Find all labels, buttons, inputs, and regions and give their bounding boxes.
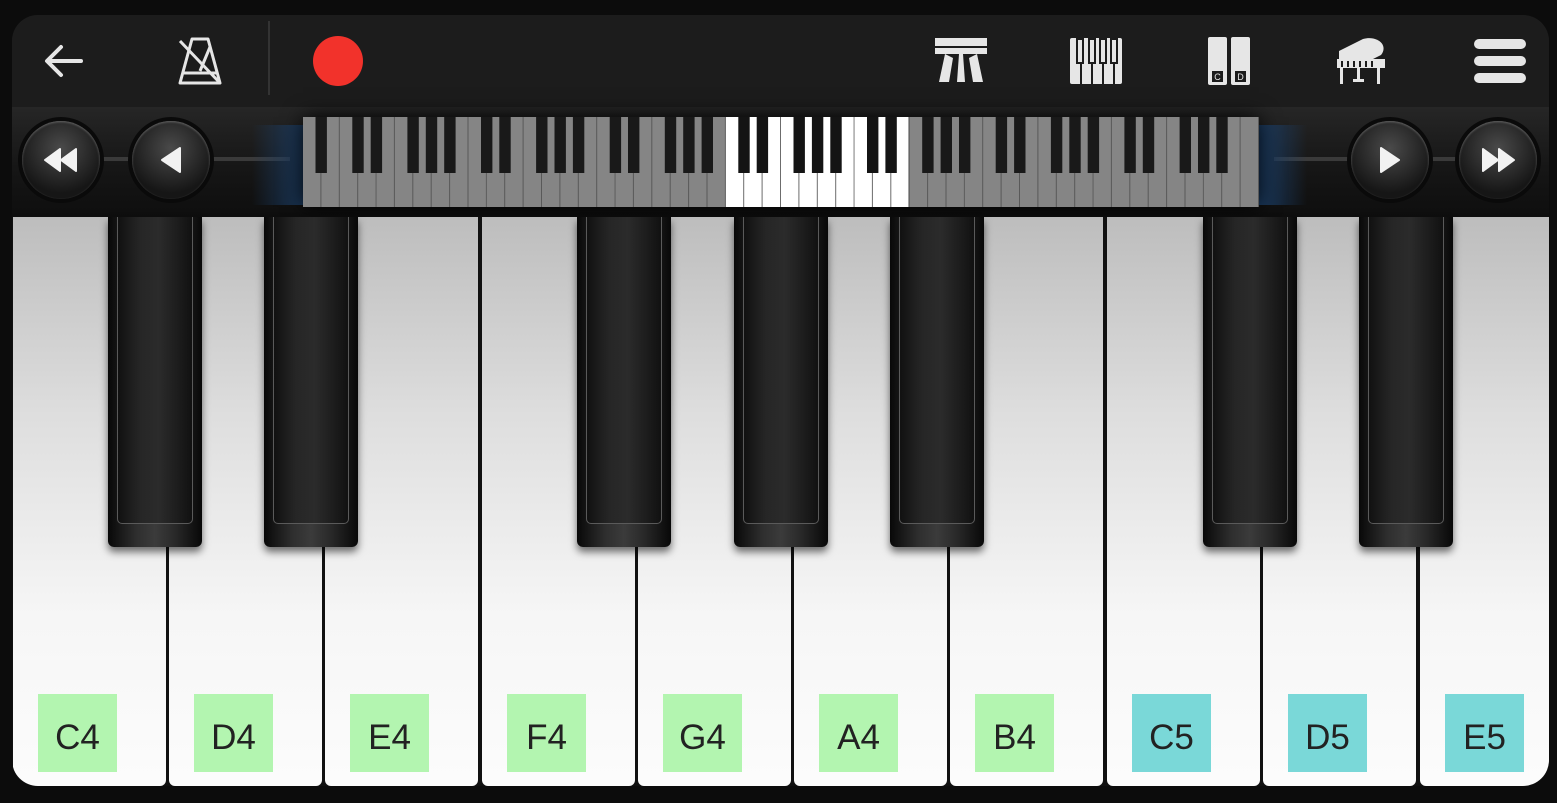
arrow-left-icon xyxy=(45,45,83,77)
key-label: D4 xyxy=(194,694,273,772)
keyboard-icon xyxy=(1070,38,1122,84)
metronome-button[interactable] xyxy=(172,31,228,91)
record-button[interactable] xyxy=(310,31,366,91)
menu-icon xyxy=(1474,39,1526,83)
fast-rewind-button[interactable] xyxy=(22,121,100,199)
next-icon xyxy=(1380,147,1400,173)
key-label: C5 xyxy=(1132,694,1211,772)
key-labels-icon-letter-c: C xyxy=(1214,72,1221,82)
grand-piano-icon xyxy=(1337,38,1385,84)
rail-left xyxy=(102,157,134,161)
keyboard-navigator-bar xyxy=(12,107,1549,217)
menu-button[interactable] xyxy=(1470,31,1530,91)
key-label: B4 xyxy=(975,694,1054,772)
key-label: D5 xyxy=(1288,694,1367,772)
previous-button[interactable] xyxy=(132,121,210,199)
key-labels-button[interactable]: C D xyxy=(1204,31,1254,91)
mini-keyboard-glow-right xyxy=(1257,125,1307,205)
black-key-c-sharp-5[interactable] xyxy=(1203,217,1297,547)
fast-forward-button[interactable] xyxy=(1459,121,1537,199)
mini-dim-overlay xyxy=(908,117,1259,207)
piano-app-screen: C D C4 D4 E4 F4 G4 A4 B4 C5 D5 E5 xyxy=(12,15,1549,786)
black-key-c-sharp-4[interactable] xyxy=(108,217,202,547)
key-labels-icon-letter-d: D xyxy=(1237,72,1244,82)
two-row-keyboard-icon xyxy=(935,38,987,82)
key-labels-icon: C D xyxy=(1208,37,1250,85)
toolbar-divider xyxy=(268,21,270,95)
black-key-d-sharp-5[interactable] xyxy=(1359,217,1453,547)
key-label: C4 xyxy=(38,694,117,772)
key-label: F4 xyxy=(507,694,586,772)
top-toolbar: C D xyxy=(12,15,1549,107)
two-row-keyboard-button[interactable] xyxy=(930,31,992,91)
fast-forward-icon xyxy=(1482,148,1515,172)
piano-keyboard: C4 D4 E4 F4 G4 A4 B4 C5 D5 E5 xyxy=(12,217,1549,786)
previous-icon xyxy=(161,147,181,173)
mini-keyboard-visible-range[interactable] xyxy=(726,117,908,207)
black-key-f-sharp-4[interactable] xyxy=(577,217,671,547)
black-key-g-sharp-4[interactable] xyxy=(734,217,828,547)
record-icon xyxy=(313,36,363,86)
black-key-d-sharp-4[interactable] xyxy=(264,217,358,547)
key-label: E5 xyxy=(1445,694,1524,772)
mini-dim-overlay xyxy=(303,117,726,207)
rail-right xyxy=(1428,157,1458,161)
back-button[interactable] xyxy=(34,31,92,91)
metronome-off-icon xyxy=(178,37,222,85)
key-label: A4 xyxy=(819,694,898,772)
key-label: E4 xyxy=(350,694,429,772)
key-label: G4 xyxy=(663,694,742,772)
instrument-button[interactable] xyxy=(1332,31,1394,91)
black-key-a-sharp-4[interactable] xyxy=(890,217,984,547)
fast-rewind-icon xyxy=(44,148,77,172)
next-button[interactable] xyxy=(1351,121,1429,199)
keyboard-button[interactable] xyxy=(1066,31,1126,91)
